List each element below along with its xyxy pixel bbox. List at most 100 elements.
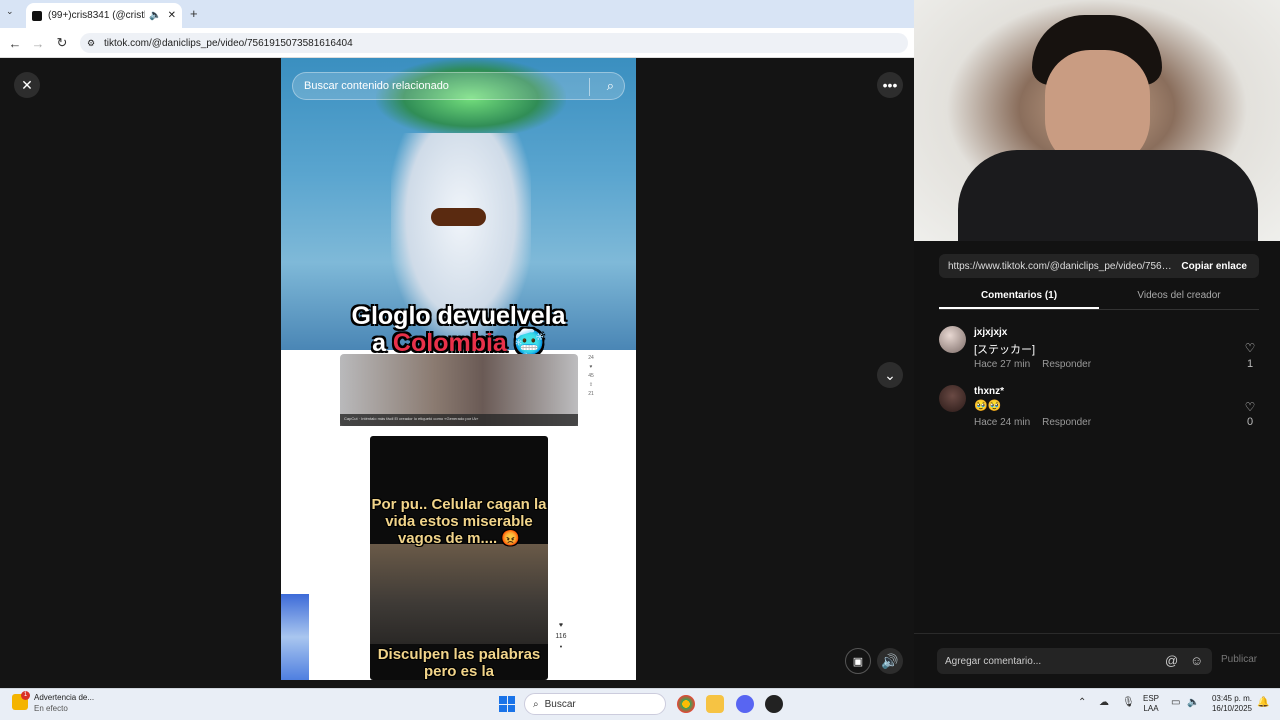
side-count: 21: [588, 391, 594, 397]
back-button[interactable]: ←: [5, 33, 25, 53]
comment-text: 🥹🥹: [974, 400, 1002, 412]
mention-icon[interactable]: @: [1165, 653, 1178, 668]
comment-username[interactable]: jxjxjxjx: [974, 327, 1007, 338]
forward-button[interactable]: →: [28, 33, 48, 53]
street-scene: [370, 544, 548, 644]
thumbnail-side-actions: 24 ♥ 45 ⇪ 21: [584, 354, 598, 424]
discord-app-icon[interactable]: [736, 695, 754, 713]
side-heart-icon: ♥: [589, 364, 593, 370]
url-text: tiktok.com/@daniclips_pe/video/756191507…: [104, 37, 353, 49]
start-button[interactable]: [499, 696, 515, 712]
comment-input-divider: [914, 633, 1280, 634]
side-count: 24: [588, 355, 594, 361]
volume-icon: 🔊: [881, 652, 899, 669]
side-count: 116: [555, 633, 567, 640]
chrome-app-icon[interactable]: [677, 695, 695, 713]
close-icon: ✕: [21, 76, 33, 93]
volume-icon[interactable]: 🔈: [1187, 697, 1199, 708]
inner-caption-bottom: Disculpen las palabras pero es la: [377, 646, 541, 680]
comment-meta: Hace 27 min Responder: [974, 359, 1091, 370]
address-bar[interactable]: ⚙ tiktok.com/@daniclips_pe/video/7561915…: [80, 33, 908, 53]
avatar[interactable]: [939, 385, 966, 412]
clock-time: 03:45 p. m.: [1211, 694, 1252, 703]
microphone-icon[interactable]: 🎙: [1122, 697, 1135, 708]
comment-username[interactable]: thxnz*: [974, 386, 1004, 397]
publish-button[interactable]: Publicar: [1221, 654, 1257, 665]
reply-button[interactable]: Responder: [1042, 417, 1091, 428]
search-icon: ⌕: [533, 698, 539, 710]
sunglasses: [431, 208, 486, 226]
comment-placeholder: Agregar comentario...: [945, 655, 1042, 667]
inner-caption-top: Por pu.. Celular cagan la vida estos mis…: [371, 496, 547, 547]
search-icon[interactable]: ⌕: [607, 78, 614, 94]
webcam-hoodie: [958, 150, 1258, 241]
share-url[interactable]: https://www.tiktok.com/@daniclips_pe/vid…: [948, 261, 1173, 272]
reload-button[interactable]: ↻: [52, 33, 72, 53]
tab-divider: [939, 309, 1259, 310]
tab-list-chevron-icon[interactable]: ⌄: [6, 6, 14, 17]
copy-link-button[interactable]: Copiar enlace: [1181, 261, 1247, 272]
tiktok-favicon-icon: [32, 10, 42, 21]
volume-button[interactable]: 🔊: [877, 648, 903, 674]
caption-line-1: Gloglo devuelvela: [351, 302, 566, 330]
search-divider: [589, 78, 590, 96]
heart-icon[interactable]: ♡: [1243, 400, 1257, 414]
taskbar-search[interactable]: ⌕ Buscar: [524, 693, 666, 715]
more-dots-icon: •••: [882, 77, 898, 93]
onedrive-icon[interactable]: ☁: [1099, 697, 1109, 708]
comment-time: Hace 24 min: [974, 417, 1031, 428]
browser-tab[interactable]: (99+)cris8341 (@cristhian8 🔈 ✕: [26, 3, 182, 28]
clock[interactable]: 03:45 p. m. 16/10/2025: [1204, 694, 1252, 714]
tab-title: (99+)cris8341 (@cristhian8: [48, 10, 145, 21]
comment-text: [ステッカー]: [974, 344, 1036, 356]
warning-subtitle: En efecto: [34, 704, 68, 713]
obs-app-icon[interactable]: [765, 695, 783, 713]
pip-button[interactable]: ▣: [845, 648, 871, 674]
tray-chevron-icon[interactable]: ⌃: [1078, 697, 1086, 708]
side-heart-icon: ♥: [558, 622, 564, 629]
file-explorer-icon[interactable]: [706, 695, 724, 713]
chevron-down-icon: ⌄: [884, 366, 896, 383]
tab-creator-videos[interactable]: Videos del creador: [1099, 290, 1259, 301]
speaker-icon[interactable]: 🔈: [149, 10, 161, 21]
thumbnail-meta: CapCut · Inténtalo más fácil El creador …: [340, 414, 578, 426]
caption-emoji: 🥶: [513, 329, 545, 357]
related-search-placeholder: Buscar contenido relacionado: [304, 80, 449, 92]
site-info-icon[interactable]: ⚙: [87, 38, 95, 49]
pip-icon: ▣: [852, 655, 864, 668]
network-icon[interactable]: ▭: [1171, 697, 1180, 708]
heart-icon[interactable]: ♡: [1243, 341, 1257, 355]
reply-button[interactable]: Responder: [1042, 359, 1091, 370]
caption-red-word: Colombia: [392, 329, 507, 357]
tab-comments[interactable]: Comentarios (1): [939, 290, 1099, 301]
like-count: 1: [1246, 358, 1254, 370]
language-indicator[interactable]: ESP LAA: [1143, 694, 1159, 714]
embedded-phone-video: Por pu.. Celular cagan la vida estos mis…: [370, 436, 548, 680]
next-video-button[interactable]: ⌄: [877, 362, 903, 388]
clock-date: 16/10/2025: [1211, 704, 1252, 713]
notification-icon[interactable]: 🔔: [1257, 697, 1269, 708]
comment-time: Hace 27 min: [974, 359, 1031, 370]
lang-code: ESP: [1143, 694, 1160, 703]
share-link-box: https://www.tiktok.com/@daniclips_pe/vid…: [939, 254, 1259, 278]
lang-layout: LAA: [1143, 704, 1159, 713]
emoji-icon[interactable]: ☺: [1190, 653, 1203, 668]
related-search-input[interactable]: Buscar contenido relacionado ⌕: [292, 72, 625, 100]
side-dot: •: [559, 644, 563, 651]
like-count: 0: [1246, 416, 1254, 428]
side-share-icon: ⇪: [588, 382, 594, 388]
phone-side-actions: ♥ 116 •: [554, 620, 568, 680]
video-player[interactable]: Buscar contenido relacionado ⌕ Gloglo de…: [281, 58, 636, 680]
caption-prefix: a: [372, 329, 393, 357]
avatar[interactable]: [939, 326, 966, 353]
close-tab-icon[interactable]: ✕: [168, 10, 176, 21]
comment-meta: Hace 24 min Responder: [974, 417, 1091, 428]
weather-warning-widget[interactable]: Advertencia de... En efecto: [12, 691, 112, 717]
edge-strip: [281, 594, 309, 680]
warning-title: Advertencia de...: [34, 693, 95, 702]
new-tab-button[interactable]: +: [190, 6, 198, 21]
close-video-button[interactable]: ✕: [14, 72, 40, 98]
more-options-button[interactable]: •••: [877, 72, 903, 98]
side-count: 45: [588, 373, 594, 379]
taskbar-search-label: Buscar: [544, 698, 576, 710]
